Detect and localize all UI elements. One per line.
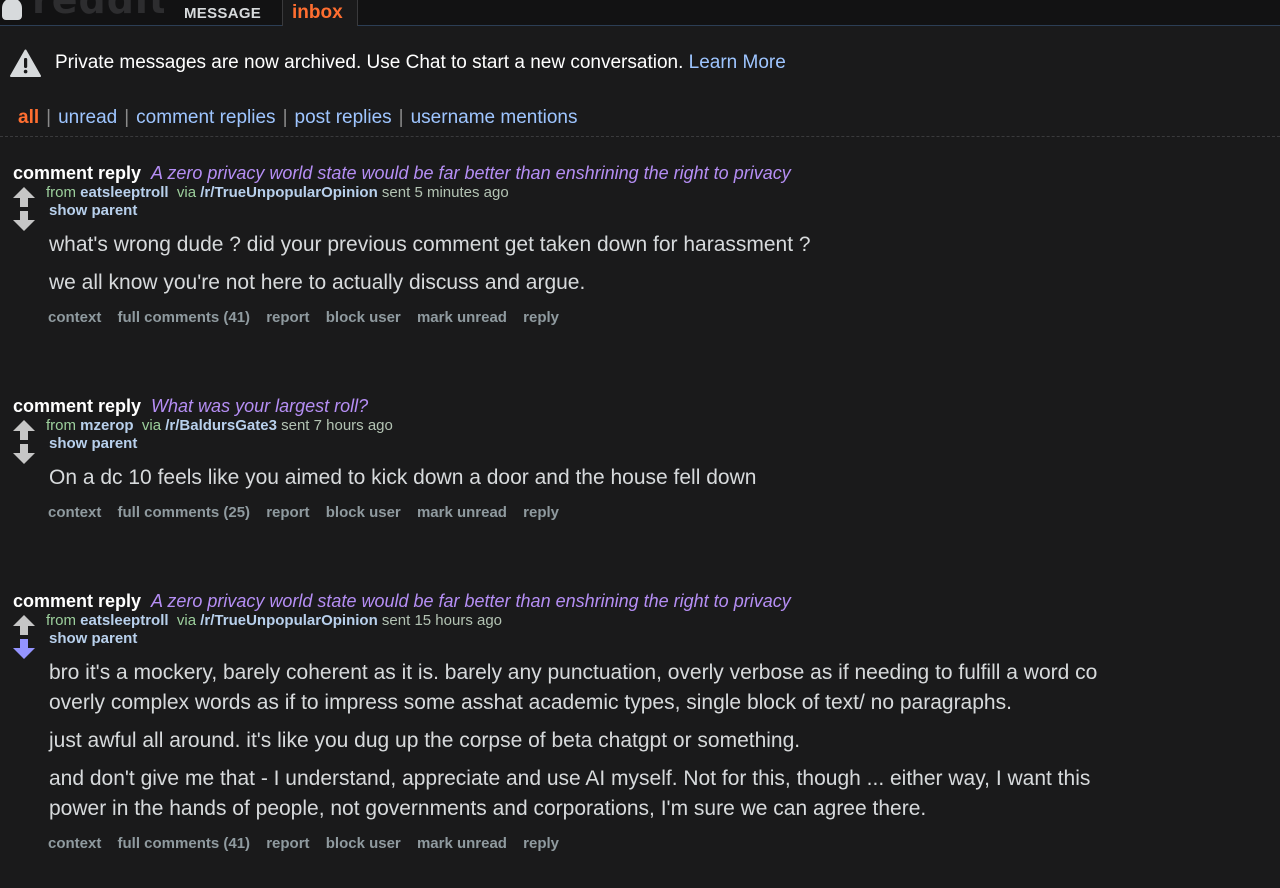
action-mark-unread[interactable]: mark unread — [417, 309, 507, 326]
action-context[interactable]: context — [48, 835, 101, 852]
message-actions: context full comments (25) report block … — [48, 504, 571, 521]
vote-arrows — [13, 187, 35, 231]
divider — [0, 136, 1280, 137]
action-block-user[interactable]: block user — [326, 835, 401, 852]
vote-arrows — [13, 615, 35, 659]
action-context[interactable]: context — [48, 309, 101, 326]
message-time: sent 7 hours ago — [281, 417, 393, 434]
action-full-comments[interactable]: full comments (41) — [118, 835, 251, 852]
action-report[interactable]: report — [266, 309, 309, 326]
message-kind: comment reply — [13, 396, 142, 416]
message-tagline: from mzerop via /r/BaldursGate3 sent 7 h… — [46, 417, 393, 434]
subreddit-link[interactable]: /r/TrueUnpopularOpinion — [200, 184, 378, 201]
via-label: via — [176, 612, 197, 629]
top-header: reddit MESSAGE inbox — [0, 0, 1280, 26]
filter-separator: | — [398, 107, 404, 128]
action-reply[interactable]: reply — [523, 309, 559, 326]
from-label: from — [46, 612, 76, 629]
message-body-line: On a dc 10 feels like you aimed to kick … — [49, 466, 757, 489]
message-time: sent 5 minutes ago — [381, 184, 509, 201]
reddit-logo[interactable]: reddit — [0, 0, 164, 20]
message-title: comment reply A zero privacy world state … — [13, 163, 791, 184]
message-title: comment reply A zero privacy world state … — [13, 591, 791, 612]
subreddit-link[interactable]: /r/BaldursGate3 — [165, 417, 277, 434]
message-actions: context full comments (41) report block … — [48, 309, 571, 326]
message-body-line: bro it's a mockery, barely coherent as i… — [49, 661, 1098, 684]
message-title: comment reply What was your largest roll? — [13, 396, 368, 417]
reddit-wordmark: reddit — [32, 0, 164, 20]
filter-username-mentions[interactable]: username mentions — [411, 107, 578, 128]
message-actions: context full comments (41) report block … — [48, 835, 571, 852]
tab-inbox[interactable]: inbox — [282, 0, 358, 26]
filter-post-replies[interactable]: post replies — [295, 107, 392, 128]
message-body-line: and don't give me that - I understand, a… — [49, 767, 1091, 790]
message-body-line: just awful all around. it's like you dug… — [49, 729, 801, 752]
author-link[interactable]: eatsleeptroll — [80, 184, 168, 201]
message-subject-link[interactable]: What was your largest roll? — [151, 396, 368, 416]
inbox-filter-bar: all | unread | comment replies | post replies |… — [18, 107, 577, 129]
filter-separator: | — [282, 107, 288, 128]
subreddit-link[interactable]: /r/TrueUnpopularOpinion — [200, 612, 378, 629]
downvote-arrow-icon[interactable] — [13, 211, 35, 231]
tab-inbox-label: inbox — [292, 2, 343, 23]
author-link[interactable]: eatsleeptroll — [80, 612, 168, 629]
author-link[interactable]: mzerop — [80, 417, 133, 434]
action-report[interactable]: report — [266, 835, 309, 852]
filter-separator: | — [124, 107, 130, 128]
filter-separator: | — [46, 107, 52, 128]
warning-icon — [10, 49, 41, 77]
upvote-arrow-icon[interactable] — [13, 420, 35, 440]
from-label: from — [46, 417, 76, 434]
from-label: from — [46, 184, 76, 201]
upvote-arrow-icon[interactable] — [13, 615, 35, 635]
vote-arrows — [13, 420, 35, 464]
notice-message: Private messages are now archived. Use C… — [55, 52, 684, 73]
message-body-line: what's wrong dude ? did your previous co… — [49, 233, 811, 256]
action-mark-unread[interactable]: mark unread — [417, 504, 507, 521]
action-report[interactable]: report — [266, 504, 309, 521]
reddit-alien-icon — [2, 0, 22, 20]
message-time: sent 15 hours ago — [381, 612, 503, 629]
action-block-user[interactable]: block user — [326, 504, 401, 521]
message-body-line: power in the hands of people, not govern… — [49, 797, 927, 820]
message-kind: comment reply — [13, 163, 142, 183]
message-body-line: we all know you're not here to actually … — [49, 271, 586, 294]
show-parent-link[interactable]: show parent — [49, 202, 137, 219]
upvote-arrow-icon[interactable] — [13, 187, 35, 207]
filter-comment-replies[interactable]: comment replies — [136, 107, 275, 128]
learn-more-link[interactable]: Learn More — [689, 52, 786, 73]
filter-all[interactable]: all — [18, 107, 39, 128]
action-reply[interactable]: reply — [523, 504, 559, 521]
message-tagline: from eatsleeptroll via /r/TrueUnpopularO… — [46, 184, 509, 201]
action-mark-unread[interactable]: mark unread — [417, 835, 507, 852]
filter-unread[interactable]: unread — [58, 107, 117, 128]
tab-message[interactable]: MESSAGE — [184, 5, 261, 22]
action-context[interactable]: context — [48, 504, 101, 521]
via-label: via — [141, 417, 162, 434]
action-block-user[interactable]: block user — [326, 309, 401, 326]
message-tagline: from eatsleeptroll via /r/TrueUnpopularO… — [46, 612, 502, 629]
show-parent-link[interactable]: show parent — [49, 435, 137, 452]
message-body-line: overly complex words as if to impress so… — [49, 691, 1012, 714]
via-label: via — [176, 184, 197, 201]
notice-text: Private messages are now archived. Use C… — [55, 52, 786, 74]
action-reply[interactable]: reply — [523, 835, 559, 852]
action-full-comments[interactable]: full comments (41) — [118, 309, 251, 326]
show-parent-link[interactable]: show parent — [49, 630, 137, 647]
message-subject-link[interactable]: A zero privacy world state would be far … — [151, 163, 791, 183]
downvote-arrow-icon[interactable] — [13, 639, 35, 659]
action-full-comments[interactable]: full comments (25) — [118, 504, 251, 521]
message-subject-link[interactable]: A zero privacy world state would be far … — [151, 591, 791, 611]
message-kind: comment reply — [13, 591, 142, 611]
downvote-arrow-icon[interactable] — [13, 444, 35, 464]
